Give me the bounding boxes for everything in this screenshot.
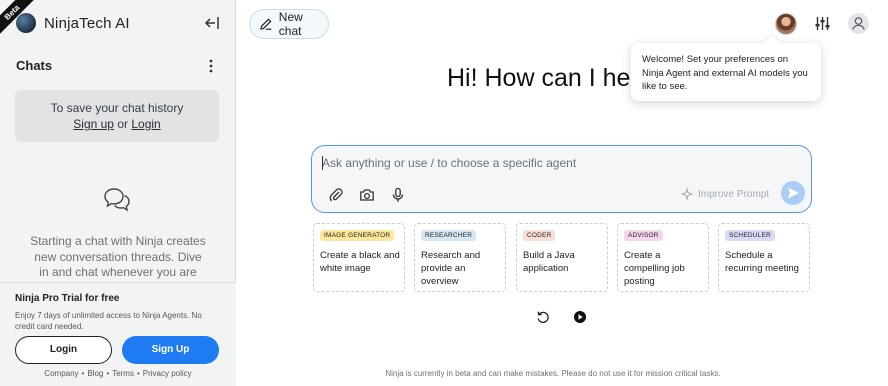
signup-button[interactable]: Sign Up <box>122 336 219 364</box>
agent-card-coder[interactable]: CODER Build a Java application <box>516 223 608 292</box>
brand-name: NinjaTech AI <box>44 14 130 32</box>
trial-description: Enjoy 7 days of unlimited access to Ninj… <box>15 311 202 331</box>
sliders-icon[interactable] <box>814 15 831 32</box>
footer-link-blog[interactable]: Blog <box>87 369 103 378</box>
improve-prompt-label: Improve Prompt <box>698 188 770 200</box>
play-icon[interactable] <box>573 310 587 324</box>
send-arrow-icon <box>788 187 799 199</box>
agent-tag: RESEARCHER <box>421 230 477 241</box>
collapse-sidebar-icon[interactable] <box>203 14 221 32</box>
ninja-logo-icon <box>16 13 36 33</box>
agent-card-text: Create a black and white image <box>320 250 400 274</box>
more-options-icon[interactable] <box>205 58 217 74</box>
sparkle-icon <box>681 188 693 200</box>
footer-separator: • <box>81 369 85 378</box>
brand[interactable]: NinjaTech AI <box>16 13 130 33</box>
preferences-tooltip: Welcome! Set your preferences on Ninja A… <box>631 43 821 101</box>
save-history-prompt: To save your chat history Sign up or Log… <box>15 90 219 142</box>
new-chat-button[interactable]: New chat <box>249 9 329 39</box>
agent-card-text: Create a compelling job posting <box>624 250 685 287</box>
footer-link-privacy[interactable]: Privacy policy <box>143 369 192 378</box>
footer-link-company[interactable]: Company <box>44 369 78 378</box>
agent-card-researcher[interactable]: RESEARCHER Research and provide an overv… <box>414 223 506 292</box>
agent-card-text: Build a Java application <box>523 250 575 274</box>
agent-card-text: Research and provide an overview <box>421 250 481 287</box>
refresh-icon[interactable] <box>536 310 550 324</box>
agent-tag: SCHEDULER <box>725 230 775 241</box>
agent-suggestion-cards: IMAGE GENERATOR Create a black and white… <box>313 223 811 293</box>
footer-link-terms[interactable]: Terms <box>112 369 134 378</box>
camera-icon[interactable] <box>359 187 375 203</box>
save-history-text: To save your chat history <box>50 101 184 115</box>
login-link[interactable]: Login <box>131 117 160 131</box>
agent-tag: ADVISOR <box>624 230 663 241</box>
footer-separator: • <box>106 369 110 378</box>
agent-tag: IMAGE GENERATOR <box>320 230 395 241</box>
or-text: or <box>117 117 128 131</box>
signup-link[interactable]: Sign up <box>73 117 114 131</box>
footer-links: Company • Blog • Terms • Privacy policy <box>0 369 236 378</box>
footer-separator: • <box>136 369 140 378</box>
trial-title: Ninja Pro Trial for free <box>15 293 120 304</box>
avatar[interactable] <box>775 13 797 35</box>
agent-card-advisor[interactable]: ADVISOR Create a compelling job posting <box>617 223 709 292</box>
text-caret <box>322 156 323 170</box>
agent-card-text: Schedule a recurring meeting <box>725 250 799 274</box>
user-menu-button[interactable] <box>848 13 869 34</box>
greeting-heading: Hi! How can I help you? <box>447 64 630 92</box>
new-chat-label: New chat <box>278 10 303 38</box>
improve-prompt-button[interactable]: Improve Prompt <box>681 188 769 200</box>
attach-icon[interactable] <box>328 187 344 203</box>
sidebar: Beta NinjaTech AI Chats To save your cha… <box>0 0 236 386</box>
beta-disclaimer: Ninja is currently in beta and can make … <box>385 369 721 378</box>
pro-trial-panel: Ninja Pro Trial for free Enjoy 7 days of… <box>0 282 236 386</box>
prompt-box: Improve Prompt <box>311 145 812 213</box>
send-button[interactable] <box>781 181 805 205</box>
microphone-icon[interactable] <box>390 187 406 203</box>
chats-title: Chats <box>16 58 53 73</box>
prompt-input[interactable] <box>322 156 742 170</box>
agent-card-image-generator[interactable]: IMAGE GENERATOR Create a black and white… <box>313 223 405 292</box>
agent-card-scheduler[interactable]: SCHEDULER Schedule a recurring meeting <box>718 223 810 292</box>
chat-bubbles-icon <box>104 188 130 212</box>
user-icon <box>852 17 865 30</box>
agent-tag: CODER <box>523 230 556 241</box>
edit-icon <box>260 18 272 30</box>
login-button[interactable]: Login <box>15 336 112 364</box>
